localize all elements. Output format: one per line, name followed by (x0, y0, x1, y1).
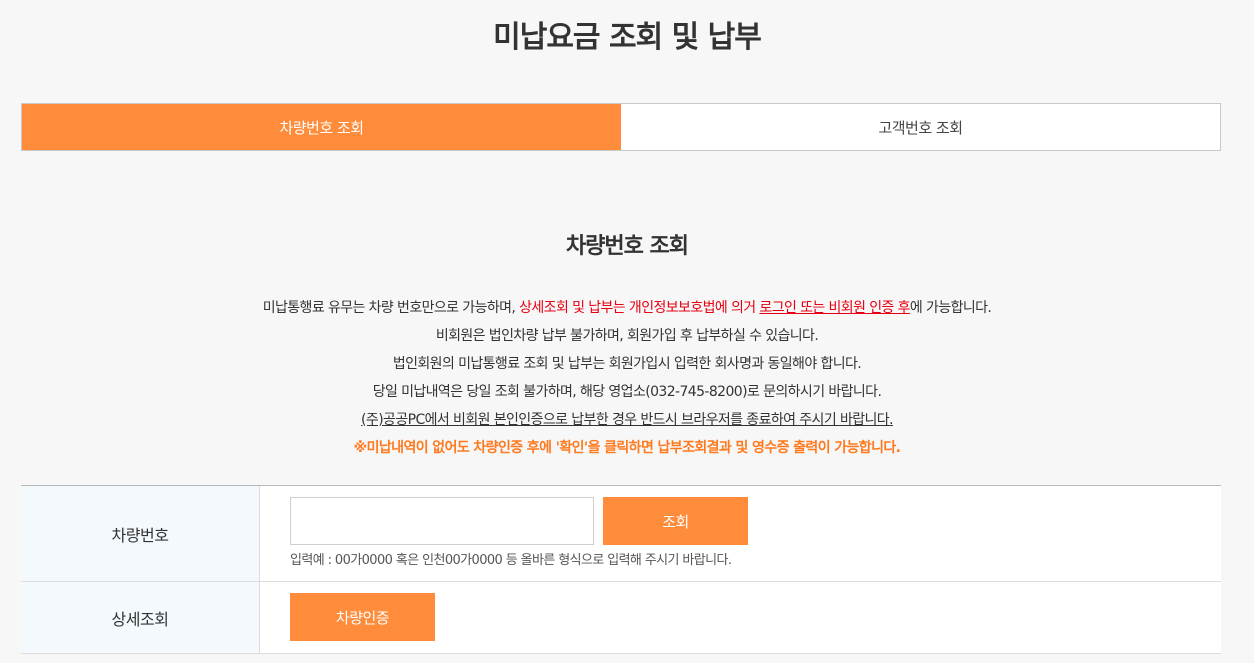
search-button[interactable]: 조회 (603, 497, 748, 545)
notice-block: 미납통행료 유무는 차량 번호만으로 가능하며, 상세조회 및 납부는 개인정보… (0, 294, 1254, 462)
notice-privacy-text: 상세조회 및 납부는 개인정보보호법에 의거 (519, 300, 760, 316)
page-title: 미납요금 조회 및 납부 (493, 20, 762, 55)
vehicle-number-row: 차량번호 조회 입력예 : 00가0000 혹은 인천00가0000 등 올바른… (21, 486, 1221, 582)
notice-line-5: (주)공공PC에서 비회원 본인인증으로 납부한 경우 반드시 브라우저를 종료… (361, 412, 893, 428)
detail-lookup-row: 상세조회 차량인증 (21, 582, 1221, 654)
lookup-form: 차량번호 조회 입력예 : 00가0000 혹은 인천00가0000 등 올바른… (21, 485, 1221, 654)
notice-line-1-end: 에 가능합니다. (909, 300, 992, 316)
vehicle-number-hint: 입력예 : 00가0000 혹은 인천00가0000 등 올바른 형식으로 입력… (290, 553, 732, 568)
vehicle-number-input[interactable] (290, 497, 594, 545)
tab-customer-number[interactable]: 고객번호 조회 (621, 104, 1220, 150)
notice-line-1-text: 미납통행료 유무는 차량 번호만으로 가능하며, (262, 300, 520, 316)
vehicle-auth-button[interactable]: 차량인증 (290, 593, 435, 641)
page: 미납요금 조회 및 납부 차량번호 조회 고객번호 조회 차량번호 조회 미납통… (0, 0, 1254, 663)
tab-bar: 차량번호 조회 고객번호 조회 (21, 103, 1221, 151)
section-title: 차량번호 조회 (565, 234, 689, 259)
vehicle-number-cell: 조회 입력예 : 00가0000 혹은 인천00가0000 등 올바른 형식으로… (260, 486, 1221, 581)
detail-lookup-label: 상세조회 (21, 582, 260, 653)
vehicle-number-label: 차량번호 (21, 486, 260, 581)
notice-line-3: 법인회원의 미납통행료 조회 및 납부는 회원가입시 입력한 회사명과 동일해야… (392, 356, 862, 372)
notice-line-2: 비회원은 법인차량 납부 불가하며, 회원가입 후 납부하실 수 있습니다. (435, 328, 819, 344)
notice-line-1: 미납통행료 유무는 차량 번호만으로 가능하며, 상세조회 및 납부는 개인정보… (0, 294, 1254, 322)
detail-lookup-cell: 차량인증 (260, 582, 1221, 653)
notice-login-link[interactable]: 로그인 또는 비회원 인증 후 (759, 300, 910, 316)
notice-line-6: ※미납내역이 없어도 차량인증 후에 '확인'을 클릭하면 납부조회결과 및 영… (353, 440, 901, 456)
notice-line-4: 당일 미납내역은 당일 조회 불가하며, 해당 영업소(032-745-8200… (372, 384, 882, 400)
tab-vehicle-number[interactable]: 차량번호 조회 (22, 104, 621, 150)
